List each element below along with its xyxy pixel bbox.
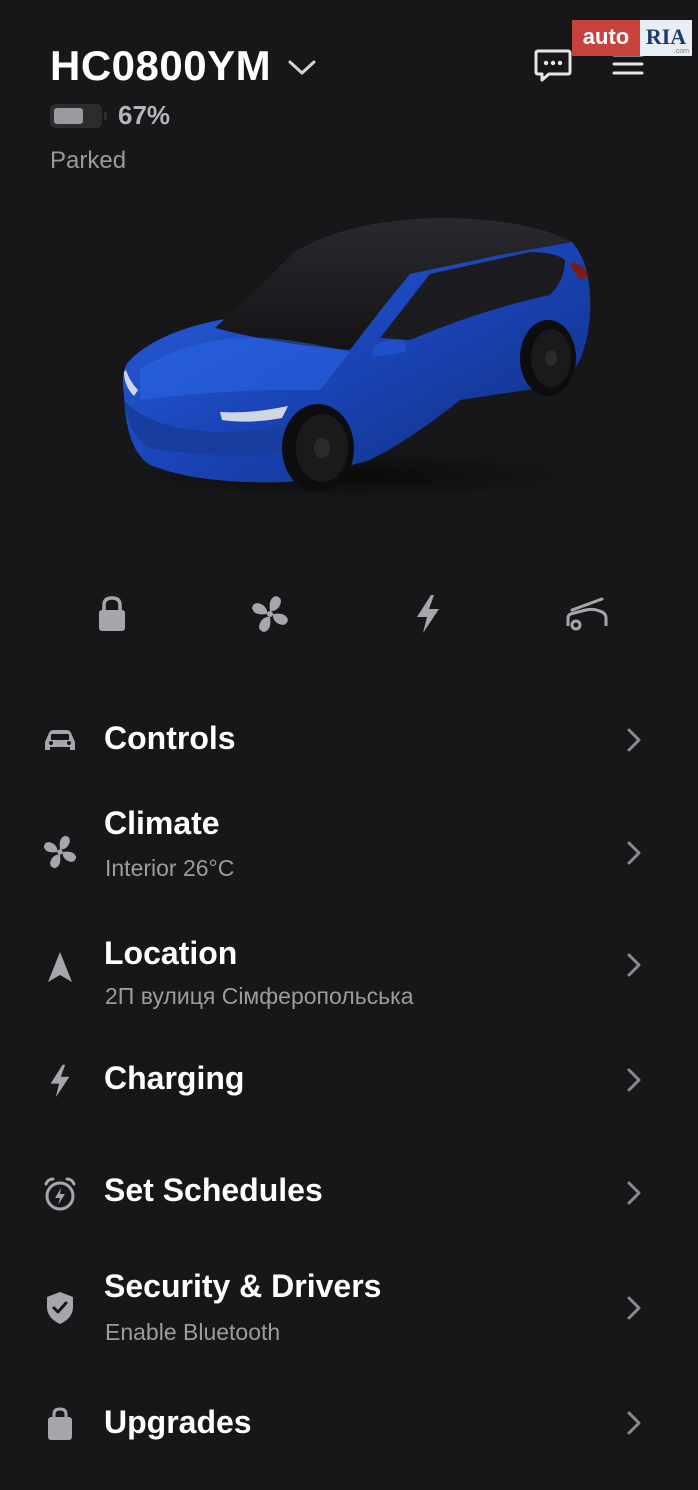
menu-item-label: Upgrades <box>104 1404 252 1440</box>
battery-status: 67% <box>50 100 317 131</box>
vehicle-header: HC0800YM 67% Parked <box>50 40 317 175</box>
quick-charge-button[interactable] <box>403 586 453 642</box>
climate-interior-temp: Interior 26°C <box>105 855 235 881</box>
menu-item-charging[interactable]: Charging <box>0 1040 698 1140</box>
menu-item-label: Location <box>104 935 238 971</box>
vehicle-status: Parked <box>50 147 127 174</box>
menu-item-controls[interactable]: Controls <box>0 690 698 790</box>
autoria-watermark-logo: auto RIA .com <box>572 20 692 56</box>
menu-item-set-schedules[interactable]: Set Schedules <box>0 1152 698 1252</box>
vehicle-selector[interactable]: HC0800YM <box>50 40 317 92</box>
chevron-down-icon[interactable] <box>287 59 317 77</box>
quick-climate-button[interactable] <box>245 586 295 642</box>
frunk-icon <box>566 597 608 631</box>
menu-item-location[interactable]: Location 2П вулиця Сімферопольська <box>0 930 698 1030</box>
car-icon <box>40 720 80 760</box>
menu-item-security-drivers[interactable]: Security & Drivers Enable Bluetooth <box>0 1262 698 1362</box>
security-bluetooth-hint: Enable Bluetooth <box>105 1319 281 1345</box>
chevron-right-icon <box>627 841 641 865</box>
battery-icon <box>50 103 107 128</box>
charge-bolt-icon <box>417 595 439 633</box>
chevron-right-icon <box>627 1296 641 1320</box>
menu-item-label: Controls <box>104 720 236 756</box>
chevron-right-icon <box>627 1068 641 1092</box>
quick-frunk-button[interactable] <box>561 586 611 642</box>
quick-lock-button[interactable] <box>87 586 137 642</box>
battery-percentage: 67% <box>118 100 171 130</box>
shopping-bag-icon <box>40 1404 80 1444</box>
navigation-arrow-icon <box>40 947 80 987</box>
fan-icon <box>40 832 80 872</box>
chevron-right-icon <box>627 1181 641 1205</box>
menu-item-label: Climate <box>104 805 220 841</box>
alarm-clock-icon <box>40 1174 80 1214</box>
chevron-right-icon <box>627 1411 641 1435</box>
watermark-auto-text: auto <box>572 20 640 56</box>
chat-icon[interactable] <box>534 48 572 84</box>
menu-item-upgrades[interactable]: Upgrades <box>0 1390 698 1490</box>
car-image <box>122 218 591 500</box>
bolt-icon <box>40 1061 80 1101</box>
menu-item-label: Set Schedules <box>104 1172 323 1208</box>
vehicle-name: HC0800YM <box>50 42 272 89</box>
shield-icon <box>40 1288 80 1328</box>
watermark-ria-text: RIA .com <box>640 20 692 56</box>
menu-item-climate[interactable]: Climate Interior 26°C <box>0 800 698 900</box>
location-address: 2П вулиця Сімферопольська <box>105 983 414 1009</box>
fan-icon <box>252 596 288 632</box>
battery-level-fill <box>54 107 83 124</box>
chevron-right-icon <box>627 953 641 977</box>
menu-item-label: Security & Drivers <box>104 1268 382 1304</box>
chevron-right-icon <box>627 728 641 752</box>
lock-icon <box>99 596 125 631</box>
menu-item-label: Charging <box>104 1060 245 1096</box>
